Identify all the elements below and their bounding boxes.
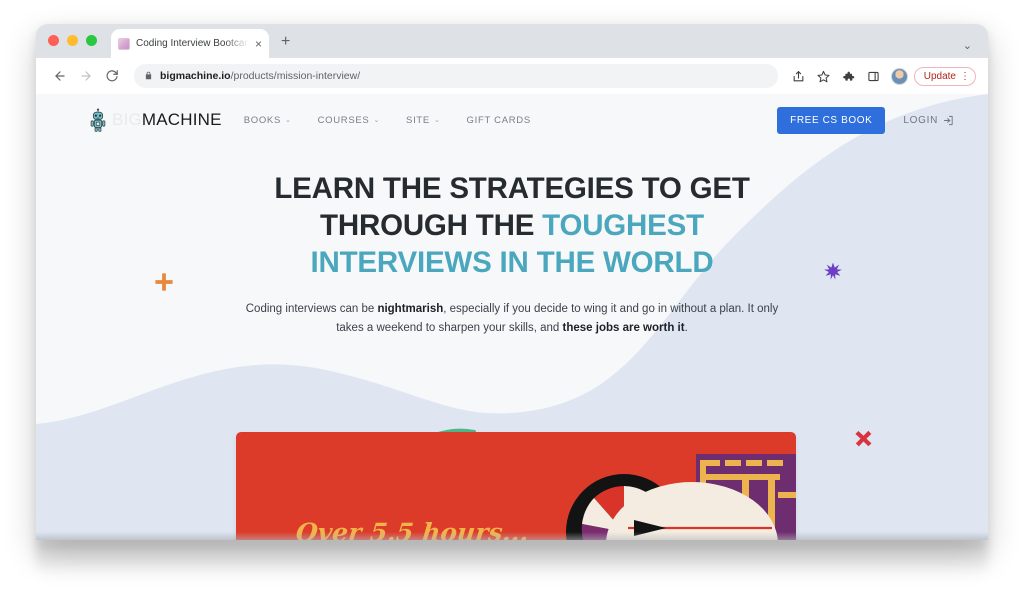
new-tab-button[interactable]: + bbox=[281, 34, 290, 58]
update-button[interactable]: Update ⋮ bbox=[913, 66, 976, 86]
logo-faded-text: BIG bbox=[112, 110, 142, 129]
nav-item-site-label: SITE bbox=[406, 114, 430, 126]
lock-icon bbox=[144, 70, 153, 83]
nav-item-site[interactable]: SITE ⌄ bbox=[406, 115, 441, 126]
headline-line-2-teal: TOUGHEST bbox=[542, 209, 704, 243]
forward-button[interactable] bbox=[74, 64, 98, 88]
promo-video-card[interactable]: Over 5.5 hours... KEEPING IT REA bbox=[236, 432, 796, 540]
favicon-icon bbox=[118, 37, 130, 50]
bookmark-star-icon[interactable] bbox=[813, 65, 835, 87]
toolbar-actions: Update ⋮ bbox=[788, 65, 976, 87]
headline-line-1: LEARN THE STRATEGIES TO GET bbox=[274, 172, 750, 205]
tab-strip: Coding Interview Bootcamp | B × + ⌄ bbox=[36, 24, 988, 58]
header-actions: FREE CS BOOK LOGIN bbox=[777, 106, 954, 134]
subtitle-bold-1: nightmarish bbox=[377, 303, 444, 316]
site-header: BIGMACHINE BOOKS ⌄ COURSES ⌄ SITE ⌄ GIFT… bbox=[36, 94, 988, 146]
headline-line-2-dark: THROUGH THE bbox=[320, 209, 543, 243]
browser-window: Coding Interview Bootcamp | B × + ⌄ bigm… bbox=[36, 24, 988, 540]
chevron-down-icon: ⌄ bbox=[433, 117, 441, 124]
reload-button[interactable] bbox=[100, 64, 124, 88]
login-link[interactable]: LOGIN bbox=[903, 115, 954, 126]
chevron-down-icon: ⌄ bbox=[284, 117, 292, 124]
profile-avatar[interactable] bbox=[890, 67, 908, 85]
login-arrow-icon bbox=[943, 115, 953, 125]
tab-title: Coding Interview Bootcamp | B bbox=[136, 38, 249, 49]
nav-item-gift-cards[interactable]: GIFT CARDS bbox=[467, 115, 531, 126]
hero-section: LEARN THE STRATEGIES TO GET THROUGH THE … bbox=[36, 146, 988, 338]
share-icon[interactable] bbox=[788, 65, 810, 87]
nav-item-books[interactable]: BOOKS ⌄ bbox=[244, 115, 292, 126]
nav-item-gift-cards-label: GIFT CARDS bbox=[466, 114, 531, 126]
headline-line-3-teal: INTERVIEWS IN THE WORLD bbox=[310, 246, 714, 280]
close-tab-icon[interactable]: × bbox=[255, 38, 262, 50]
browser-tab[interactable]: Coding Interview Bootcamp | B × bbox=[111, 29, 269, 58]
promo-illustration bbox=[566, 454, 796, 540]
logo-solid-text: MACHINE bbox=[141, 110, 222, 129]
minimize-window-button[interactable] bbox=[67, 34, 78, 46]
nav-item-courses[interactable]: COURSES ⌄ bbox=[318, 115, 380, 126]
page-title: LEARN THE STRATEGIES TO GET THROUGH THE … bbox=[252, 170, 772, 281]
nav-item-books-label: BOOKS bbox=[243, 114, 281, 126]
kebab-menu-icon[interactable]: ⋮ bbox=[960, 71, 970, 82]
url-text: bigmachine.io/products/mission-interview… bbox=[160, 70, 360, 82]
page-viewport: BIGMACHINE BOOKS ⌄ COURSES ⌄ SITE ⌄ GIFT… bbox=[36, 94, 988, 540]
update-label: Update bbox=[923, 70, 956, 82]
site-nav: BOOKS ⌄ COURSES ⌄ SITE ⌄ GIFT CARDS bbox=[244, 115, 531, 126]
window-drop-shadow bbox=[36, 540, 988, 576]
subtitle-part-1: Coding interviews can be bbox=[245, 303, 378, 316]
chevron-down-icon[interactable]: ⌄ bbox=[963, 39, 972, 52]
robot-icon bbox=[90, 108, 106, 132]
login-label: LOGIN bbox=[903, 114, 938, 126]
browser-toolbar: bigmachine.io/products/mission-interview… bbox=[36, 58, 988, 94]
x-mark-icon bbox=[855, 430, 872, 447]
maximize-window-button[interactable] bbox=[86, 34, 97, 46]
free-cs-book-button[interactable]: FREE CS BOOK bbox=[777, 106, 886, 134]
site-logo[interactable]: BIGMACHINE bbox=[88, 108, 222, 132]
window-controls bbox=[48, 24, 97, 58]
chevron-down-icon: ⌄ bbox=[373, 117, 381, 124]
back-button[interactable] bbox=[48, 64, 72, 88]
viewport-bottom-fade bbox=[36, 532, 988, 540]
nav-item-courses-label: COURSES bbox=[317, 114, 370, 126]
subtitle-bold-2: these jobs are worth it bbox=[562, 322, 685, 335]
hero-subtitle: Coding interviews can be nightmarish, es… bbox=[233, 300, 791, 337]
extensions-puzzle-icon[interactable] bbox=[838, 65, 860, 87]
subtitle-part-3: . bbox=[684, 322, 688, 335]
logo-text: BIGMACHINE bbox=[112, 110, 222, 130]
address-bar[interactable]: bigmachine.io/products/mission-interview… bbox=[134, 64, 778, 88]
url-path: /products/mission-interview/ bbox=[230, 70, 361, 82]
close-window-button[interactable] bbox=[48, 34, 59, 46]
url-domain: bigmachine.io bbox=[160, 70, 231, 82]
side-panel-icon[interactable] bbox=[863, 65, 885, 87]
